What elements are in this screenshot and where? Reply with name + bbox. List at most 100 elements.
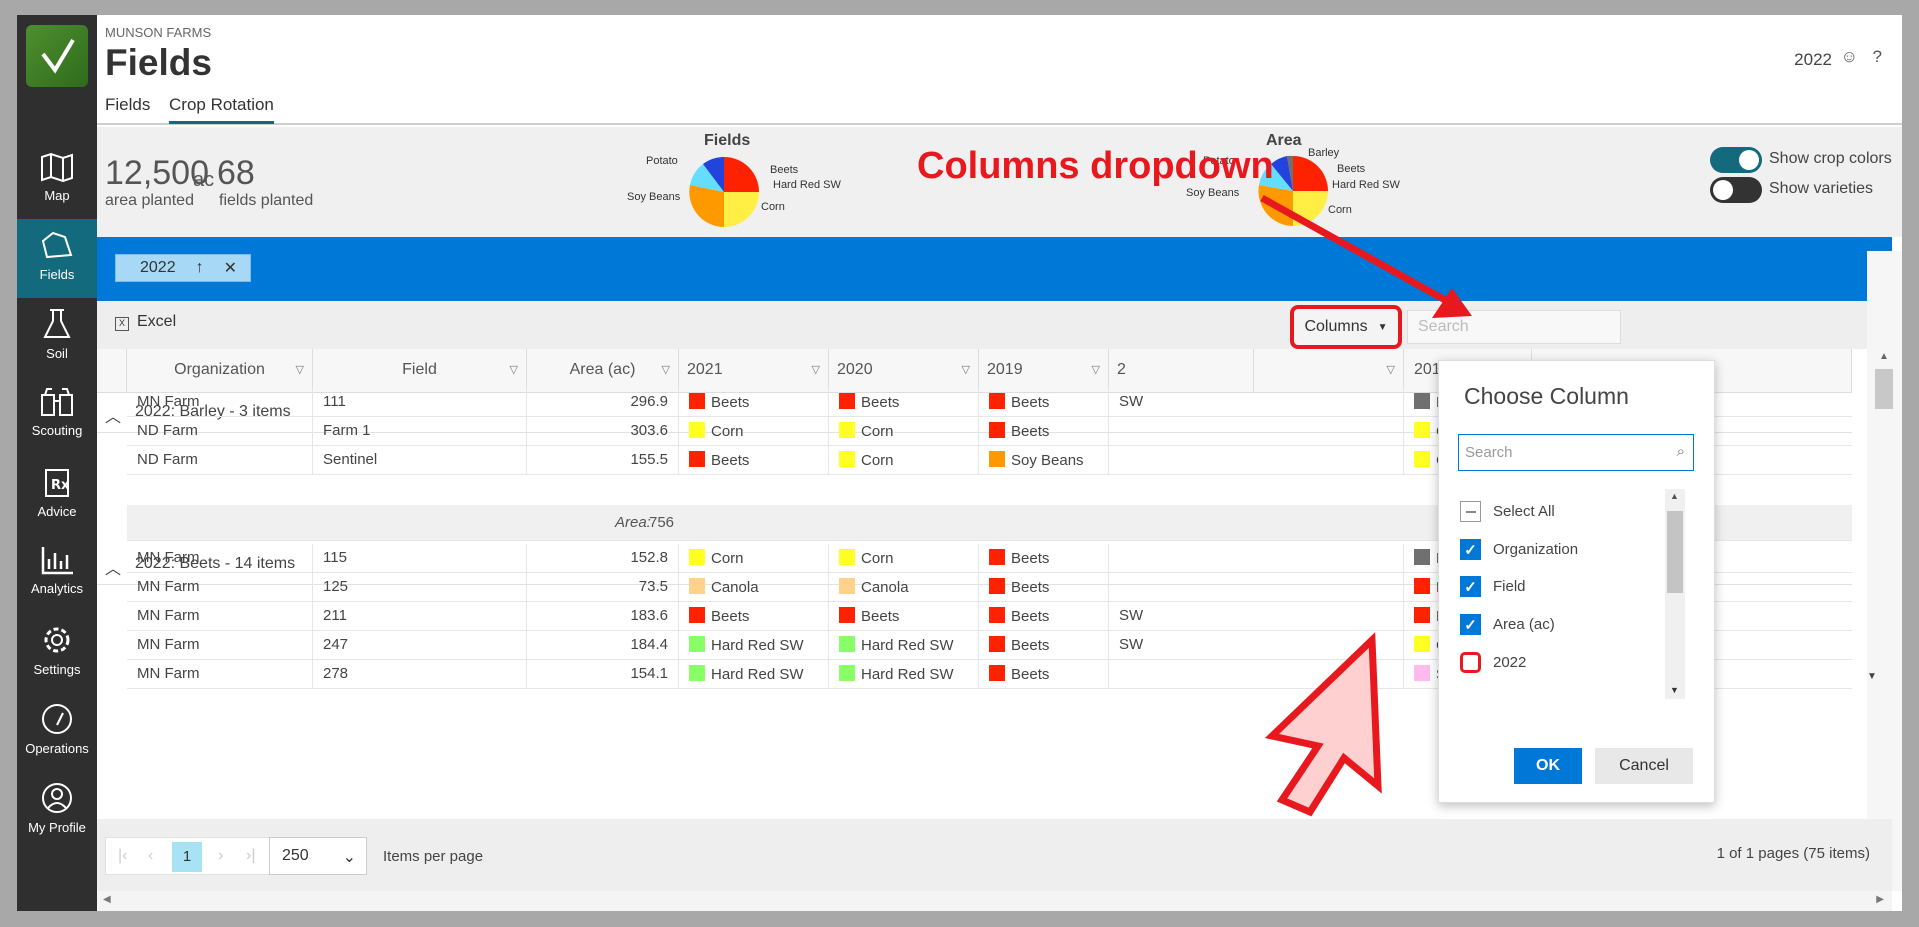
tab-crop-rotation[interactable]: Crop Rotation [169,95,274,124]
crop-color-swatch [989,607,1005,623]
area-planted-label: area planted [105,192,194,209]
filter-icon[interactable]: ▽ [510,363,518,376]
filter-icon[interactable]: ▽ [1092,363,1100,376]
column-header[interactable]: 2019 ▽ [979,349,1109,393]
filter-icon[interactable]: ▽ [1387,363,1395,376]
checkbox-checked[interactable]: ✓ [1460,614,1481,635]
prev-page-icon[interactable]: ‹ [148,847,153,865]
table-cell: Corn [679,417,829,446]
pie-label: Beets [770,164,799,176]
smiley-icon[interactable]: ☺ [1841,47,1858,67]
first-page-icon[interactable]: |‹ [118,847,127,865]
table-cell: Beets [679,446,829,475]
option-2022[interactable]: 2022 [1460,652,1526,673]
nav-fields[interactable]: Fields [17,219,97,298]
horizontal-scrollbar[interactable]: ◀ ▶ [97,891,1892,911]
pie-label: Barley [1308,147,1340,159]
table-cell [1109,446,1404,475]
option-select-all[interactable]: Select All [1460,501,1555,522]
crop-color-swatch [1414,422,1430,438]
table-cell: Corn [679,544,829,573]
nav-advice[interactable]: Rx Advice [17,456,97,535]
table-cell [1109,660,1404,689]
filter-icon[interactable]: ▽ [662,363,670,376]
vertical-scrollbar[interactable]: ▲ ▼ [1867,251,1902,891]
crop-color-swatch [989,422,1005,438]
column-header[interactable]: ▽ [1254,349,1404,393]
caret-down-icon: ▼ [1377,321,1388,333]
column-header[interactable]: Organization ▽ [127,349,313,393]
season-year[interactable]: 2022 [1794,50,1832,70]
app-logo[interactable] [26,25,88,87]
next-page-icon[interactable]: › [218,847,223,865]
column-header[interactable]: 2021 ▽ [679,349,829,393]
table-cell: MN Farm [127,573,313,602]
dropdown-scrollbar[interactable]: ▲ ▼ [1665,489,1685,699]
remove-icon[interactable]: ✕ [224,258,237,278]
crop-color-swatch [689,636,705,652]
show-crop-colors-toggle[interactable] [1710,147,1762,173]
scroll-up-icon[interactable]: ▲ [1670,491,1679,501]
filter-icon[interactable]: ▽ [962,363,970,376]
table-cell: SW [1109,602,1404,631]
scroll-thumb[interactable] [1875,369,1893,409]
nav-my-profile[interactable]: My Profile [17,772,97,851]
column-header[interactable]: 2020 ▽ [829,349,979,393]
scroll-down-icon[interactable]: ▼ [1867,671,1877,682]
app-window: Map Fields Soil Scouting Rx Advice Analy… [17,15,1902,911]
last-page-icon[interactable]: ›| [246,847,255,865]
column-header[interactable]: 2 [1109,349,1254,393]
crop-color-swatch [839,665,855,681]
table-cell: 152.8 [527,544,679,573]
sort-up-icon[interactable]: ↑ [196,259,204,277]
checkbox-indeterminate[interactable] [1460,501,1481,522]
column-header[interactable]: Field ▽ [313,349,527,393]
nav-scouting[interactable]: Scouting [17,377,97,456]
crop-color-swatch [989,451,1005,467]
excel-export-button[interactable]: X Excel [115,313,176,331]
items-per-page-select[interactable]: 250 ⌄ [269,837,367,875]
nav-operations[interactable]: Operations [17,693,97,772]
help-icon[interactable]: ? [1873,47,1882,67]
scroll-down-icon[interactable]: ▼ [1670,685,1679,695]
cancel-button[interactable]: Cancel [1595,748,1693,784]
option-area[interactable]: ✓ Area (ac) [1460,614,1555,635]
crop-color-swatch [689,578,705,594]
table-cell: Beets [979,631,1109,660]
scroll-up-icon[interactable]: ▲ [1879,351,1889,362]
collapse-icon[interactable]: ︿ [105,555,121,579]
scroll-left-icon[interactable]: ◀ [103,894,111,905]
crop-color-swatch [989,549,1005,565]
collapse-icon[interactable]: ︿ [105,403,121,427]
annotation-callout: Columns dropdown [917,145,1274,187]
filter-icon[interactable]: ▽ [296,363,304,376]
table-cell: 296.9 [527,388,679,417]
filter-icon[interactable]: ▽ [812,363,820,376]
nav-settings[interactable]: Settings [17,614,97,693]
scroll-thumb[interactable] [1667,511,1683,593]
nav-map[interactable]: Map [17,142,97,221]
option-field[interactable]: ✓ Field [1460,576,1526,597]
show-varieties-toggle[interactable] [1710,177,1762,203]
option-organization[interactable]: ✓ Organization [1460,539,1578,560]
scroll-right-icon[interactable]: ▶ [1876,894,1884,905]
nav-soil[interactable]: Soil [17,298,97,377]
columns-dropdown-button[interactable]: Columns ▼ [1290,305,1402,349]
checkbox-checked[interactable]: ✓ [1460,539,1481,560]
nav-analytics[interactable]: Analytics [17,535,97,614]
table-cell: 184.4 [527,631,679,660]
page-number-button[interactable]: 1 [172,842,202,872]
group-chip[interactable]: 2022 ↑ ✕ [115,254,251,282]
table-cell: 154.1 [527,660,679,689]
column-search-input[interactable]: Search ⌕ [1458,434,1694,471]
grid-search-input[interactable]: Search [1407,310,1621,344]
tab-fields[interactable]: Fields [105,95,150,121]
checkbox-checked[interactable]: ✓ [1460,576,1481,597]
dropdown-title: Choose Column [1464,383,1629,409]
binoculars-icon [41,388,73,416]
ok-button[interactable]: OK [1514,748,1582,784]
table-cell: Beets [829,388,979,417]
column-header[interactable]: Area (ac) ▽ [527,349,679,393]
crop-color-swatch [989,578,1005,594]
checkbox-unchecked[interactable] [1460,652,1481,673]
